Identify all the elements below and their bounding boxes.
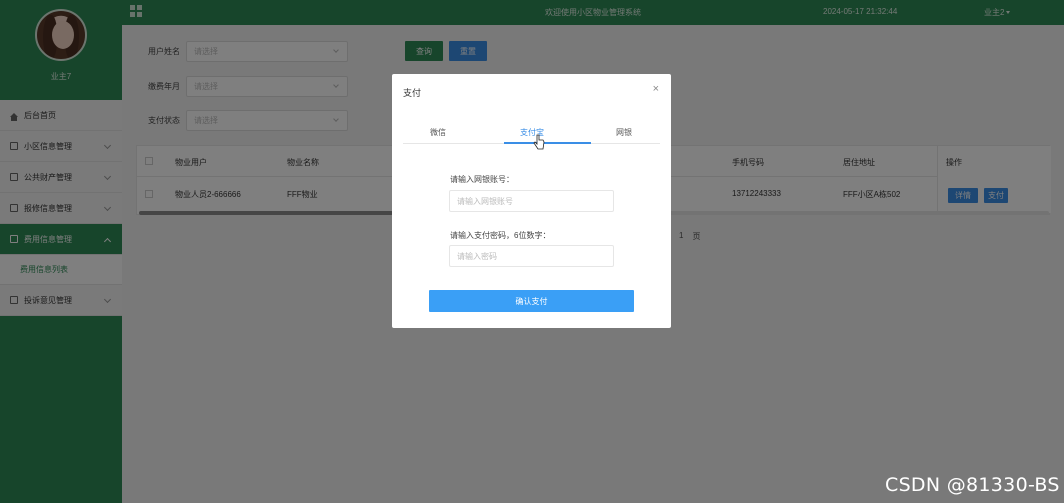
mouse-cursor-icon bbox=[533, 134, 545, 150]
confirm-pay-button[interactable]: 确认支付 bbox=[429, 290, 634, 312]
password-label: 请输入支付密码，6位数字： bbox=[450, 231, 551, 240]
payment-tabs: 微信 支付宝 网银 bbox=[403, 124, 660, 144]
close-icon[interactable]: × bbox=[653, 83, 659, 95]
tab-bank[interactable]: 网银 bbox=[616, 127, 632, 138]
password-input[interactable]: 请输入密码 bbox=[449, 245, 614, 267]
account-label: 请输入网银账号： bbox=[450, 175, 514, 184]
tab-wechat[interactable]: 微信 bbox=[430, 127, 446, 138]
tab-active-indicator bbox=[504, 142, 591, 144]
payment-modal: 支付 × 微信 支付宝 网银 请输入网银账号： 请输入网银账号 请输入支付密码，… bbox=[392, 74, 671, 328]
bank-account-input[interactable]: 请输入网银账号 bbox=[449, 190, 614, 212]
watermark: CSDN @81330-BS bbox=[885, 474, 1060, 496]
modal-title: 支付 bbox=[403, 88, 422, 98]
